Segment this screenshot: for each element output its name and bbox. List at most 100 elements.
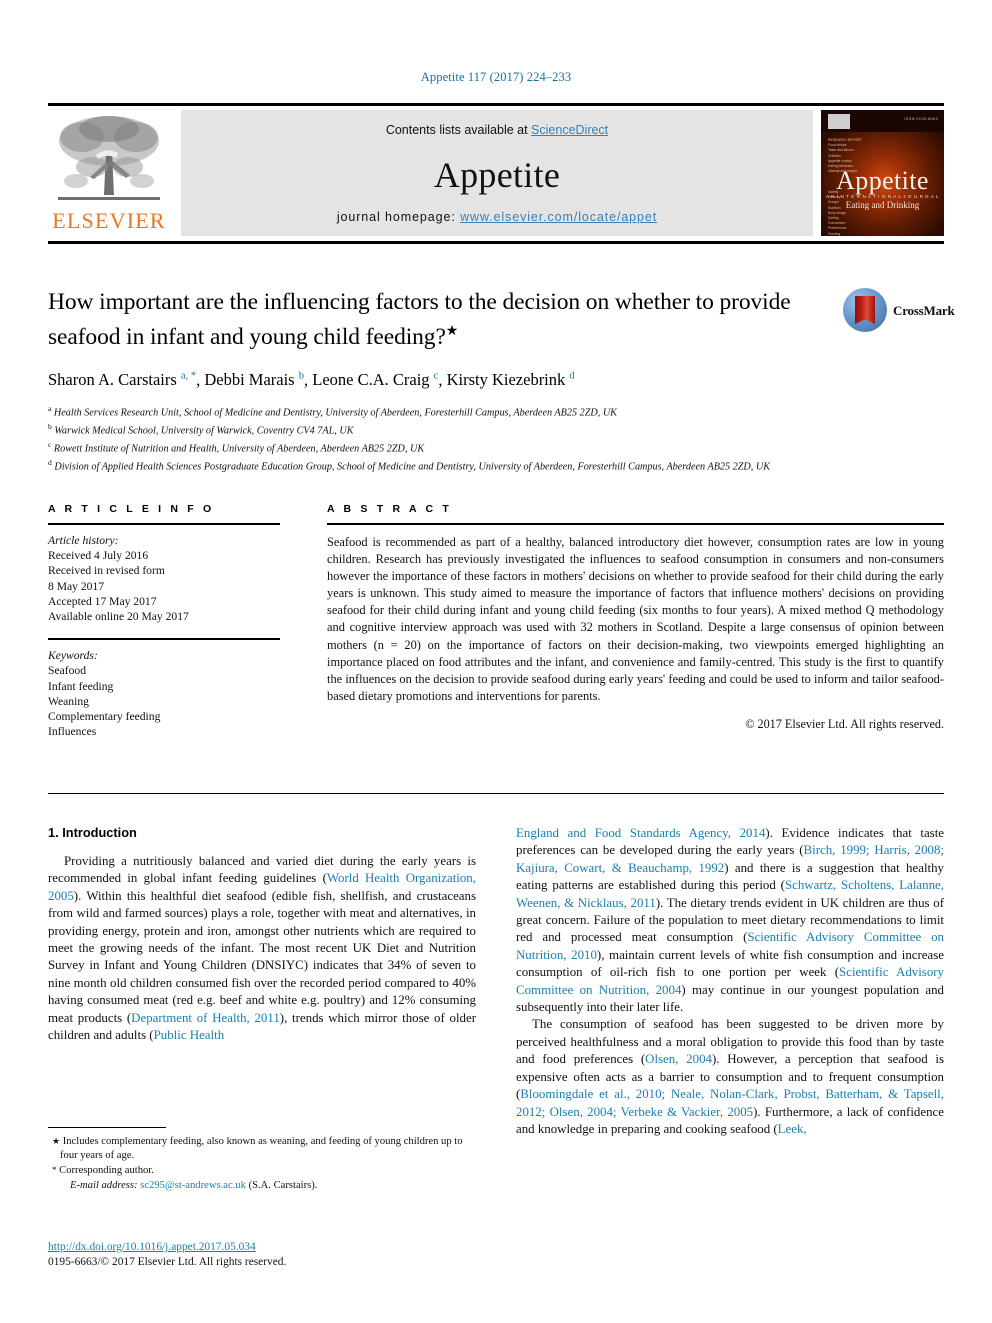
footnote-corresponding-marker: *	[52, 1165, 57, 1176]
page-title: How important are the influencing factor…	[48, 287, 838, 352]
citation-link[interactable]: Olsen, 2004	[645, 1052, 712, 1066]
crossmark-badge[interactable]: CrossMark	[843, 288, 955, 334]
masthead-top-rule	[48, 103, 944, 106]
sciencedirect-link[interactable]: ScienceDirect	[531, 123, 608, 137]
paragraph: Providing a nutritiously balanced and va…	[48, 853, 476, 1044]
article-info-column: A R T I C L E I N F O Article history: R…	[48, 503, 280, 739]
affiliation-item: a Health Services Research Unit, School …	[48, 402, 838, 420]
citation-link[interactable]: Public Health	[154, 1028, 225, 1042]
journal-homepage-link[interactable]: www.elsevier.com/locate/appet	[460, 210, 657, 224]
journal-band: Contents lists available at ScienceDirec…	[181, 110, 813, 236]
author-item: Kirsty Kiezebrink d	[447, 370, 575, 389]
author-marks: c	[433, 370, 439, 382]
contents-prefix: Contents lists available at	[385, 123, 532, 137]
abstract-text: Seafood is recommended as part of a heal…	[327, 535, 944, 703]
affiliation-text: Warwick Medical School, University of Wa…	[54, 425, 354, 437]
citation-link[interactable]: Department of Health, 2011	[131, 1011, 280, 1025]
body-column-right: England and Food Standards Agency, 2014)…	[516, 825, 944, 1138]
cover-title: Appetite	[836, 166, 929, 195]
citation-link[interactable]: Leek,	[778, 1122, 807, 1136]
footnote-email-line: E-mail address: sc295@st-andrews.ac.uk (…	[48, 1179, 476, 1193]
elsevier-logo: ELSEVIER	[48, 109, 170, 237]
cover-subtitle-small: A N I N T E R N A T I O N A L J O U R N …	[825, 194, 940, 199]
paragraph: England and Food Standards Agency, 2014)…	[516, 825, 944, 1016]
paragraph: The consumption of seafood has been sugg…	[516, 1016, 944, 1138]
email-link[interactable]: sc295@st-andrews.ac.uk	[140, 1180, 246, 1191]
author-list: Sharon A. Carstairs a, *, Debbi Marais b…	[48, 370, 575, 390]
article-info-heading: A R T I C L E I N F O	[48, 503, 215, 515]
author-item: Sharon A. Carstairs a, *	[48, 370, 196, 389]
paper-title-text: How important are the influencing factor…	[48, 289, 791, 350]
article-history-item: 8 May 2017	[48, 579, 105, 593]
keywords-label: Keywords:	[48, 649, 98, 663]
author-item: Debbi Marais b	[204, 370, 304, 389]
body-separator-rule	[48, 793, 944, 794]
cover-subtitle: Eating and Drinking	[845, 200, 920, 210]
keywords-rule	[48, 638, 280, 641]
footnote-star: ★ Includes complementary feeding, also k…	[48, 1134, 476, 1163]
doi-block: http://dx.doi.org/10.1016/j.appet.2017.0…	[48, 1240, 476, 1271]
journal-homepage-line: journal homepage: www.elsevier.com/locat…	[181, 210, 813, 224]
article-history-label: Article history:	[48, 534, 119, 547]
author-marks: a, *	[180, 370, 197, 382]
affiliation-mark: b	[48, 422, 52, 432]
elsevier-wordmark: ELSEVIER	[52, 208, 166, 233]
journal-masthead: ELSEVIER Contents lists available at Sci…	[48, 103, 944, 244]
footnote-star-text: Includes complementary feeding, also kno…	[60, 1136, 463, 1162]
footnote-star-marker: ★	[52, 1136, 61, 1146]
footnote-corresponding-text: Corresponding author.	[59, 1165, 154, 1177]
affiliation-text: Rowett Institute of Nutrition and Health…	[53, 443, 425, 455]
footnote-corresponding: * Corresponding author.	[48, 1163, 476, 1178]
article-history-item: Accepted 17 May 2017	[48, 594, 157, 608]
author-name: Leone C.A. Craig	[312, 370, 430, 390]
keyword-item: Weaning	[48, 694, 89, 708]
article-history-item: Available online 20 May 2017	[48, 610, 189, 624]
issn-copyright-line: 0195-6663/© 2017 Elsevier Ltd. All right…	[48, 1256, 287, 1269]
affiliation-mark: c	[48, 440, 52, 450]
email-label: E-mail address:	[70, 1179, 138, 1191]
citation-link[interactable]: England and Food Standards Agency, 2014	[516, 826, 765, 840]
article-info-rule	[48, 523, 280, 525]
title-block: How important are the influencing factor…	[48, 287, 838, 474]
elsevier-tree-icon	[52, 111, 166, 207]
affiliation-text: Health Services Research Unit, School of…	[53, 407, 617, 419]
keyword-item: Complementary feeding	[48, 710, 161, 724]
author-name: Debbi Marais	[204, 370, 295, 390]
journal-cover-thumbnail: ISSN 0195-6663 RESEARCH REPORT Food choi…	[821, 110, 944, 236]
affiliation-mark: d	[48, 458, 52, 468]
body-column-left: 1. Introduction Providing a nutritiously…	[48, 825, 476, 1044]
footnote-block: ★ Includes complementary feeding, also k…	[48, 1127, 476, 1193]
abstract-rule	[327, 523, 944, 525]
keyword-item: Seafood	[48, 664, 86, 678]
keyword-item: Infant feeding	[48, 679, 114, 693]
masthead-bottom-rule	[48, 241, 944, 244]
doi-link[interactable]: http://dx.doi.org/10.1016/j.appet.2017.0…	[48, 1241, 256, 1253]
author-name: Sharon A. Carstairs	[48, 370, 177, 390]
paragraph-text: ). Within this healthful diet seafood (e…	[48, 888, 476, 1025]
article-history-item: Received in revised form	[48, 564, 165, 578]
article-history-item: Received 4 July 2016	[48, 549, 149, 563]
affiliation-item: d Division of Applied Health Sciences Po…	[48, 456, 838, 474]
author-name: Kirsty Kiezebrink	[446, 370, 566, 390]
affiliation-text: Division of Applied Health Sciences Post…	[54, 461, 771, 473]
author-item: Leone C.A. Craig c	[312, 370, 438, 389]
affiliation-mark: a	[48, 404, 52, 414]
abstract-heading: A B S T R A C T	[327, 503, 452, 515]
cover-issn-note: ISSN 0195-6663	[904, 116, 938, 121]
keyword-item: Influences	[48, 725, 97, 739]
footnote-rule	[48, 1127, 166, 1128]
running-head: Appetite 117 (2017) 224–233	[420, 70, 572, 84]
crossmark-label: CrossMark	[893, 303, 955, 318]
affiliation-item: b Warwick Medical School, University of …	[48, 420, 838, 438]
email-suffix: (S.A. Carstairs).	[248, 1179, 318, 1191]
article-history: Article history: Received 4 July 2016 Re…	[48, 533, 280, 624]
abstract-column: A B S T R A C T Seafood is recommended a…	[327, 503, 944, 732]
contents-lists-line: Contents lists available at ScienceDirec…	[181, 123, 813, 137]
homepage-label: journal homepage:	[336, 210, 461, 224]
affiliation-item: c Rowett Institute of Nutrition and Heal…	[48, 438, 838, 456]
affiliation-list: a Health Services Research Unit, School …	[48, 402, 838, 474]
cover-elsevier-mark	[828, 114, 850, 129]
journal-title: Appetite	[433, 155, 561, 195]
journal-article-page: Appetite 117 (2017) 224–233 ELSEVIER Con…	[0, 0, 992, 1323]
keyword-list: Keywords: Seafood Infant feeding Weaning…	[48, 648, 280, 739]
